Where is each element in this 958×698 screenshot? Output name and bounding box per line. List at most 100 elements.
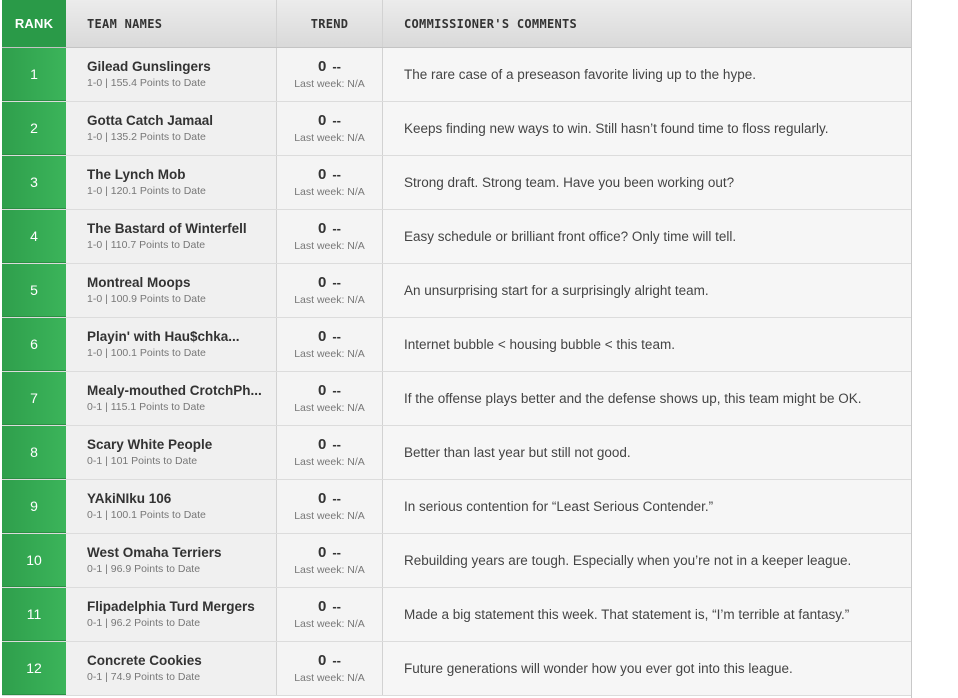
trend-number: 0 [317,490,327,507]
rank-column-header: RANK [2,0,66,47]
team-name-link[interactable]: Playin' with Hau$chka... [87,328,276,345]
trend-change-indicator: -- [332,329,341,344]
trend-number: 0 [317,436,327,453]
team-record: 1-0 | 155.4 Points to Date [87,77,206,89]
team-record: 0-1 | 101 Points to Date [87,455,198,467]
trend-last-week: Last week: N/A [294,456,365,468]
rank-cell: 4 [2,210,66,263]
trend-last-week: Last week: N/A [294,294,365,306]
trend-change-indicator: -- [332,383,341,398]
team-cell: The Lynch Mob 1-0 | 120.1 Points to Date [66,156,277,209]
team-name-link[interactable]: YAkiNIku 106 [87,490,276,507]
team-record: 0-1 | 115.1 Points to Date [87,401,206,413]
table-row: 2 Gotta Catch Jamaal 1-0 | 135.2 Points … [2,102,911,156]
trend-number: 0 [317,544,327,561]
trend-number: 0 [317,382,327,399]
table-body: 1 Gilead Gunslingers 1-0 | 155.4 Points … [2,48,911,696]
commissioner-comment: Made a big statement this week. That sta… [383,588,911,641]
team-cell: YAkiNIku 106 0-1 | 100.1 Points to Date [66,480,277,533]
team-name-link[interactable]: Scary White People [87,436,276,453]
table-row: 7 Mealy-mouthed CrotchPh... 0-1 | 115.1 … [2,372,911,426]
team-cell: Montreal Moops 1-0 | 100.9 Points to Dat… [66,264,277,317]
rank-cell: 6 [2,318,66,371]
team-cell: Concrete Cookies 0-1 | 74.9 Points to Da… [66,642,277,695]
trend-value: 0 -- [318,113,341,129]
trend-number: 0 [317,274,327,291]
team-cell: Flipadelphia Turd Mergers 0-1 | 96.2 Poi… [66,588,277,641]
team-name-link[interactable]: Flipadelphia Turd Mergers [87,598,276,615]
trend-cell: 0 -- Last week: N/A [277,318,383,371]
trend-value: 0 -- [318,437,341,453]
table-row: 6 Playin' with Hau$chka... 1-0 | 100.1 P… [2,318,911,372]
trend-cell: 0 -- Last week: N/A [277,48,383,101]
trend-cell: 0 -- Last week: N/A [277,642,383,695]
table-row: 10 West Omaha Terriers 0-1 | 96.9 Points… [2,534,911,588]
trend-change-indicator: -- [332,221,341,236]
team-name-link[interactable]: Mealy-mouthed CrotchPh... [87,382,276,399]
commissioner-comment: Rebuilding years are tough. Especially w… [383,534,911,587]
team-cell: Scary White People 0-1 | 101 Points to D… [66,426,277,479]
table-row: 4 The Bastard of Winterfell 1-0 | 110.7 … [2,210,911,264]
team-record: 0-1 | 100.1 Points to Date [87,509,206,521]
table-row: 5 Montreal Moops 1-0 | 100.9 Points to D… [2,264,911,318]
team-name-link[interactable]: Montreal Moops [87,274,276,291]
trend-last-week: Last week: N/A [294,618,365,630]
trend-number: 0 [317,112,327,129]
trend-cell: 0 -- Last week: N/A [277,534,383,587]
rank-cell: 5 [2,264,66,317]
trend-value: 0 -- [318,653,341,669]
team-cell: Playin' with Hau$chka... 1-0 | 100.1 Poi… [66,318,277,371]
rank-cell: 12 [2,642,66,695]
commissioner-comment: Easy schedule or brilliant front office?… [383,210,911,263]
trend-last-week: Last week: N/A [294,78,365,90]
trend-last-week: Last week: N/A [294,564,365,576]
trend-cell: 0 -- Last week: N/A [277,426,383,479]
trend-column-header: TREND [277,0,383,47]
trend-change-indicator: -- [332,113,341,128]
team-name-link[interactable]: The Lynch Mob [87,166,276,183]
trend-cell: 0 -- Last week: N/A [277,210,383,263]
trend-last-week: Last week: N/A [294,510,365,522]
trend-last-week: Last week: N/A [294,402,365,414]
team-record: 1-0 | 100.9 Points to Date [87,293,206,305]
team-record: 0-1 | 96.2 Points to Date [87,617,201,629]
table-row: 8 Scary White People 0-1 | 101 Points to… [2,426,911,480]
trend-last-week: Last week: N/A [294,348,365,360]
trend-value: 0 -- [318,383,341,399]
trend-cell: 0 -- Last week: N/A [277,264,383,317]
team-record: 1-0 | 100.1 Points to Date [87,347,206,359]
commissioner-comment: Keeps finding new ways to win. Still has… [383,102,911,155]
commissioner-comment: An unsurprising start for a surprisingly… [383,264,911,317]
commissioner-comment: Future generations will wonder how you e… [383,642,911,695]
team-name-link[interactable]: Gotta Catch Jamaal [87,112,276,129]
trend-number: 0 [317,328,327,345]
team-cell: The Bastard of Winterfell 1-0 | 110.7 Po… [66,210,277,263]
table-header-row: RANK TEAM NAMES TREND COMMISSIONER'S COM… [2,0,911,48]
trend-value: 0 -- [318,221,341,237]
trend-cell: 0 -- Last week: N/A [277,156,383,209]
table-row: 12 Concrete Cookies 0-1 | 74.9 Points to… [2,642,911,696]
team-name-link[interactable]: West Omaha Terriers [87,544,276,561]
rank-cell: 1 [2,48,66,101]
team-cell: Mealy-mouthed CrotchPh... 0-1 | 115.1 Po… [66,372,277,425]
commissioner-comment: Better than last year but still not good… [383,426,911,479]
trend-cell: 0 -- Last week: N/A [277,102,383,155]
team-name-link[interactable]: The Bastard of Winterfell [87,220,276,237]
commissioner-comment: Strong draft. Strong team. Have you been… [383,156,911,209]
power-rankings-table: RANK TEAM NAMES TREND COMMISSIONER'S COM… [2,0,912,698]
team-record: 1-0 | 110.7 Points to Date [87,239,206,251]
comments-column-header: COMMISSIONER'S COMMENTS [404,16,578,31]
rank-cell: 2 [2,102,66,155]
rank-cell: 7 [2,372,66,425]
commissioner-comment: In serious contention for “Least Serious… [383,480,911,533]
trend-cell: 0 -- Last week: N/A [277,480,383,533]
team-record: 0-1 | 74.9 Points to Date [87,671,201,683]
trend-change-indicator: -- [332,653,341,668]
trend-number: 0 [317,598,327,615]
team-name-link[interactable]: Concrete Cookies [87,652,276,669]
trend-number: 0 [317,652,327,669]
table-row: 9 YAkiNIku 106 0-1 | 100.1 Points to Dat… [2,480,911,534]
team-name-link[interactable]: Gilead Gunslingers [87,58,276,75]
trend-number: 0 [317,220,327,237]
table-row: 3 The Lynch Mob 1-0 | 120.1 Points to Da… [2,156,911,210]
